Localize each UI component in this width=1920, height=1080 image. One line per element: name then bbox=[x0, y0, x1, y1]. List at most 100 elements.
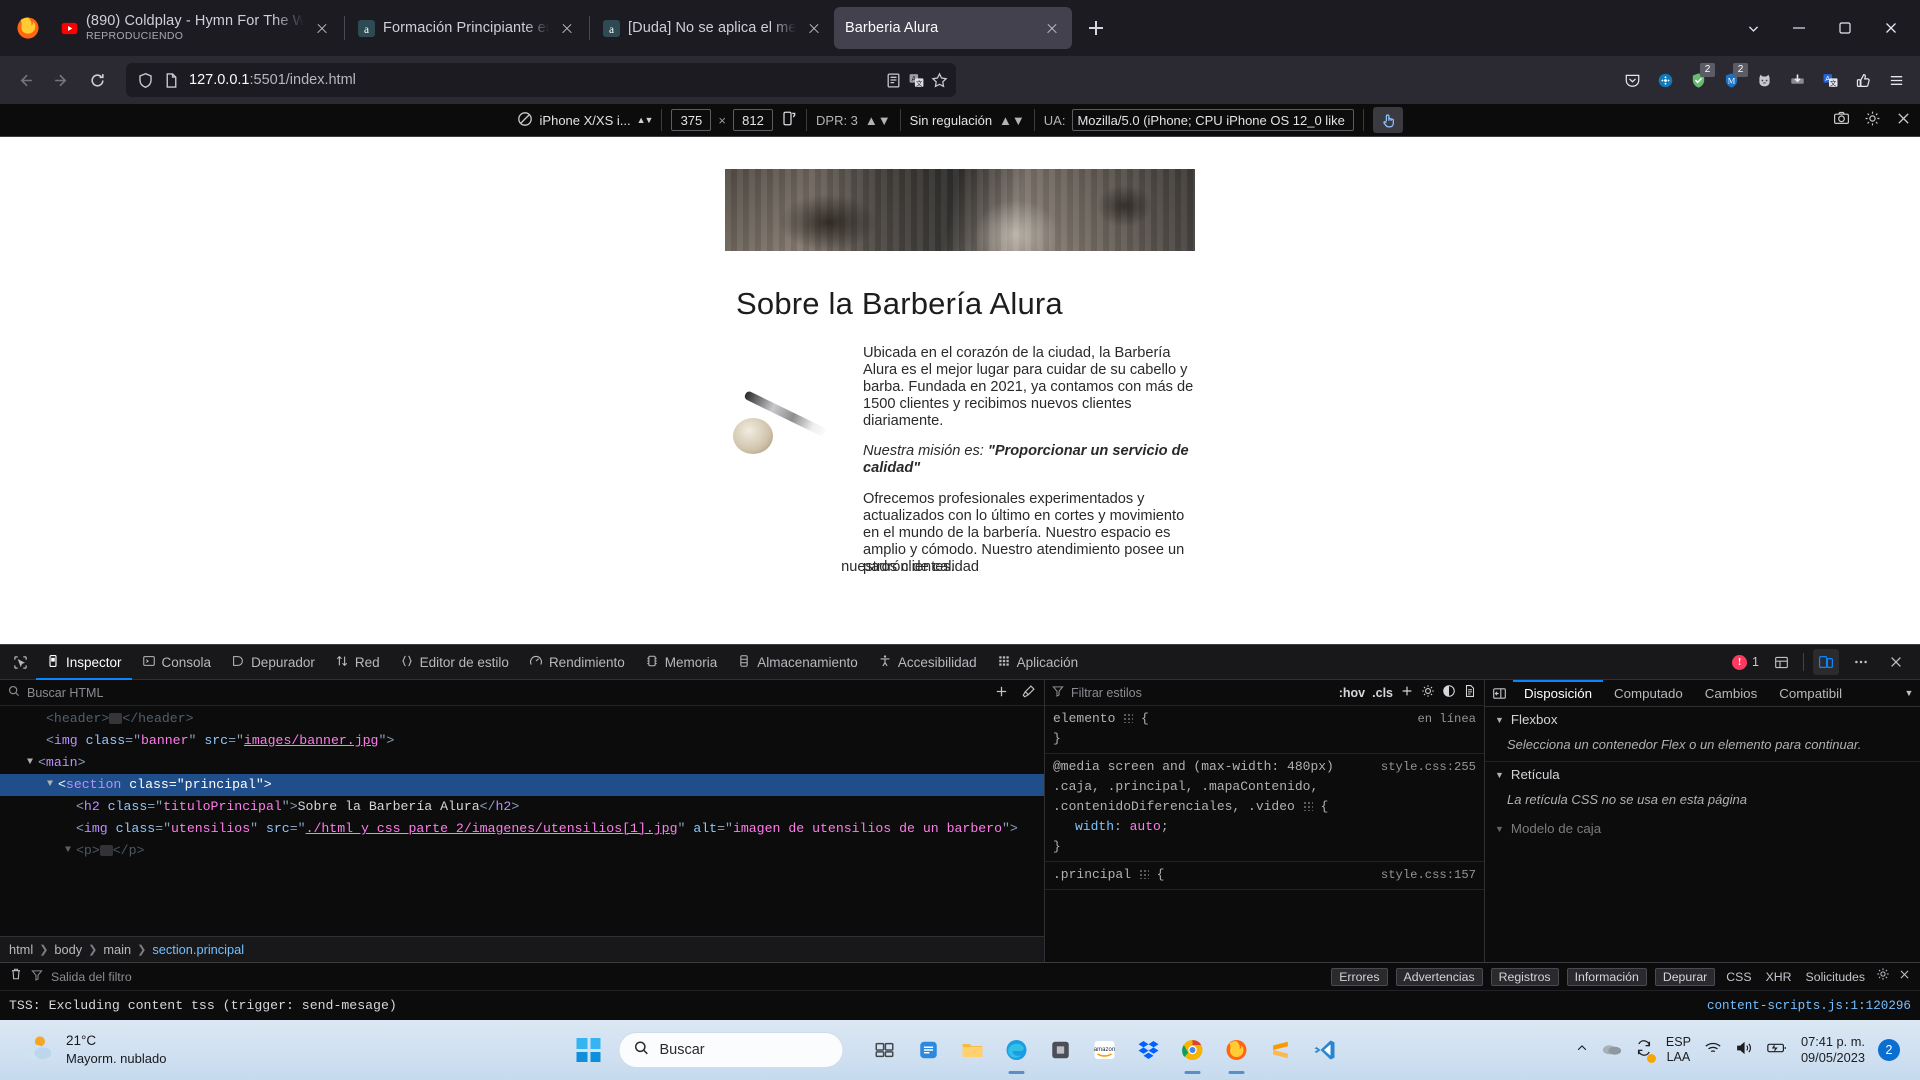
volume-icon[interactable] bbox=[1735, 1040, 1753, 1061]
rule-selector[interactable]: elemento bbox=[1053, 711, 1115, 726]
breadcrumb-section-principal[interactable]: section.principal bbox=[152, 942, 244, 957]
close-icon[interactable] bbox=[804, 18, 824, 38]
back-button[interactable] bbox=[8, 63, 42, 97]
element-picker-icon[interactable] bbox=[4, 645, 36, 680]
clock[interactable]: 07:41 p. m. 09/05/2023 bbox=[1801, 1034, 1865, 1066]
tab-formacion[interactable]: a Formación Principiante en Progra bbox=[347, 7, 587, 49]
attr-value-link[interactable]: ./html y css parte 2/imagenes/utensilios… bbox=[306, 821, 678, 836]
section-modelo-de-caja[interactable]: ▼ Modelo de caja bbox=[1485, 816, 1920, 841]
reader-mode-icon[interactable] bbox=[885, 72, 902, 89]
add-node-icon[interactable] bbox=[994, 684, 1009, 702]
download-helper-icon[interactable] bbox=[1781, 64, 1813, 96]
edge-icon[interactable] bbox=[998, 1031, 1036, 1069]
markup-tree[interactable]: ▼<header></header> <img class="banner" s… bbox=[0, 706, 1044, 936]
rule-media-max-width-480[interactable]: @media screen and (max-width: 480px) sty… bbox=[1045, 754, 1484, 862]
translate-extension-icon[interactable]: A文 bbox=[1814, 64, 1846, 96]
throttling-group[interactable]: Sin regulación ▲▼ bbox=[901, 109, 1035, 131]
adguard-shield-icon[interactable]: 2 bbox=[1682, 63, 1715, 96]
tab-memoria[interactable]: Memoria bbox=[635, 645, 728, 680]
reload-button[interactable] bbox=[80, 63, 114, 97]
tab-depurador[interactable]: Depurador bbox=[221, 645, 325, 680]
rule-source[interactable]: style.css:157 bbox=[1381, 865, 1476, 885]
forward-button[interactable] bbox=[44, 63, 78, 97]
tab-coldplay[interactable]: (890) Coldplay - Hymn For The Weekend RE… bbox=[50, 7, 342, 49]
devtools-more-options-icon[interactable] bbox=[1848, 649, 1874, 675]
sublime-icon[interactable] bbox=[1262, 1031, 1300, 1069]
filter-solicitudes-button[interactable]: Solicitudes bbox=[1803, 970, 1868, 984]
tab-almacenamiento[interactable]: Almacenamiento bbox=[727, 645, 868, 680]
markup-search-input[interactable]: Buscar HTML bbox=[27, 686, 987, 700]
filter-advertencias-button[interactable]: Advertencias bbox=[1395, 967, 1483, 986]
dpr-group[interactable]: DPR: 3 ▲▼ bbox=[807, 109, 901, 131]
filter-errores-button[interactable]: Errores bbox=[1331, 967, 1388, 986]
tab-computado[interactable]: Computado bbox=[1603, 680, 1694, 706]
console-message-source[interactable]: content-scripts.js:1:120296 bbox=[1707, 999, 1911, 1013]
vscode-icon[interactable] bbox=[1306, 1031, 1344, 1069]
battery-charging-icon[interactable] bbox=[1766, 1040, 1788, 1061]
console-message-row[interactable]: TSS: Excluding content tss (trigger: sen… bbox=[0, 991, 1920, 1020]
twisty-icon[interactable]: ▼ bbox=[65, 840, 71, 862]
tab-duda[interactable]: a [Duda] No se aplica el media qu bbox=[592, 7, 834, 49]
console-filter-input[interactable]: Salida del filtro bbox=[51, 970, 132, 984]
thumbs-up-extension-icon[interactable] bbox=[1847, 64, 1879, 96]
tab-disposicion[interactable]: Disposición bbox=[1513, 680, 1603, 706]
layout-tabs-overflow-chevron-icon[interactable]: ▼ bbox=[1898, 680, 1920, 706]
device-name[interactable]: iPhone X/XS i... ▲▼ bbox=[540, 113, 654, 128]
start-button-icon[interactable] bbox=[576, 1038, 601, 1062]
taskbar-search-box[interactable]: Buscar bbox=[618, 1032, 844, 1068]
console-settings-gear-icon[interactable] bbox=[1876, 967, 1890, 986]
rotate-viewport-icon[interactable] bbox=[780, 110, 797, 130]
section-flexbox[interactable]: ▼ Flexbox bbox=[1485, 707, 1920, 732]
rdm-close-icon[interactable] bbox=[1895, 110, 1912, 130]
tab-inspector[interactable]: Inspector bbox=[36, 645, 132, 680]
touch-simulation-toggle[interactable] bbox=[1373, 107, 1404, 133]
rdm-settings-gear-icon[interactable] bbox=[1864, 110, 1881, 130]
wifi-icon[interactable] bbox=[1704, 1040, 1722, 1061]
language-indicator[interactable]: ESP LAA bbox=[1666, 1035, 1691, 1065]
pseudo-class-toggle[interactable]: :hov bbox=[1339, 686, 1365, 700]
rule-selector[interactable]: .caja, .principal, .mapaContenido, .cont… bbox=[1053, 779, 1318, 814]
viewport-width-input[interactable] bbox=[671, 109, 712, 131]
page-info-icon[interactable] bbox=[163, 72, 180, 89]
onedrive-cloud-icon[interactable] bbox=[1602, 1040, 1622, 1061]
twisty-icon[interactable]: ▼ bbox=[27, 752, 33, 774]
address-bar[interactable]: 127.0.0.1:5501/index.html A文 bbox=[126, 63, 956, 97]
console-close-icon[interactable] bbox=[1898, 968, 1911, 986]
filter-informacion-button[interactable]: Información bbox=[1566, 967, 1647, 986]
rule-elemento[interactable]: elemento { en línea } bbox=[1045, 706, 1484, 754]
markup-row-main[interactable]: ▼ <main> bbox=[0, 752, 1044, 774]
tab-red[interactable]: Red bbox=[325, 645, 390, 680]
filter-registros-button[interactable]: Registros bbox=[1490, 967, 1559, 986]
new-tab-button[interactable] bbox=[1078, 10, 1114, 46]
tab-accesibilidad[interactable]: Accesibilidad bbox=[868, 645, 987, 680]
tab-editor-de-estilo[interactable]: Editor de estilo bbox=[390, 645, 519, 680]
bookmark-star-icon[interactable] bbox=[931, 71, 948, 89]
cat-extension-icon[interactable] bbox=[1748, 64, 1780, 96]
minimize-button[interactable] bbox=[1776, 8, 1822, 48]
sync-icon[interactable] bbox=[1649, 64, 1681, 96]
markup-row-header-close[interactable]: ▼<header></header> bbox=[0, 708, 1044, 730]
light-scheme-icon[interactable] bbox=[1421, 684, 1435, 701]
twisty-icon[interactable]: ▼ bbox=[47, 774, 53, 796]
device-selector-group[interactable]: iPhone X/XS i... ▲▼ bbox=[508, 109, 663, 131]
markup-row-img-utensilios[interactable]: <img class="utensilios" src="./html y cs… bbox=[0, 818, 1044, 840]
task-view-icon[interactable] bbox=[866, 1031, 904, 1069]
close-icon[interactable] bbox=[557, 18, 577, 38]
attr-value-link[interactable]: images/banner.jpg bbox=[244, 733, 379, 748]
close-window-button[interactable] bbox=[1868, 8, 1914, 48]
user-agent-input[interactable] bbox=[1072, 109, 1355, 131]
screenshot-icon[interactable] bbox=[1833, 110, 1850, 130]
file-explorer-icon[interactable] bbox=[954, 1031, 992, 1069]
tab-rendimiento[interactable]: Rendimiento bbox=[519, 645, 635, 680]
markup-row-h2[interactable]: <h2 class="tituloPrincipal">Sobre la Bar… bbox=[0, 796, 1044, 818]
declaration-property[interactable]: width bbox=[1053, 819, 1114, 834]
tab-compatibilidad[interactable]: Compatibil bbox=[1768, 680, 1853, 706]
section-reticula[interactable]: ▼ Retícula bbox=[1485, 762, 1920, 787]
rule-declaration[interactable]: width: auto; bbox=[1053, 817, 1476, 837]
pocket-icon[interactable] bbox=[1616, 64, 1648, 96]
breadcrumb-body[interactable]: body bbox=[54, 942, 82, 957]
rule-selector[interactable]: .principal bbox=[1053, 867, 1131, 882]
weather-widget[interactable]: 21°C Mayorm. nublado bbox=[10, 1032, 166, 1068]
split-console-icon[interactable] bbox=[1768, 649, 1794, 675]
dark-scheme-icon[interactable] bbox=[1442, 684, 1456, 701]
